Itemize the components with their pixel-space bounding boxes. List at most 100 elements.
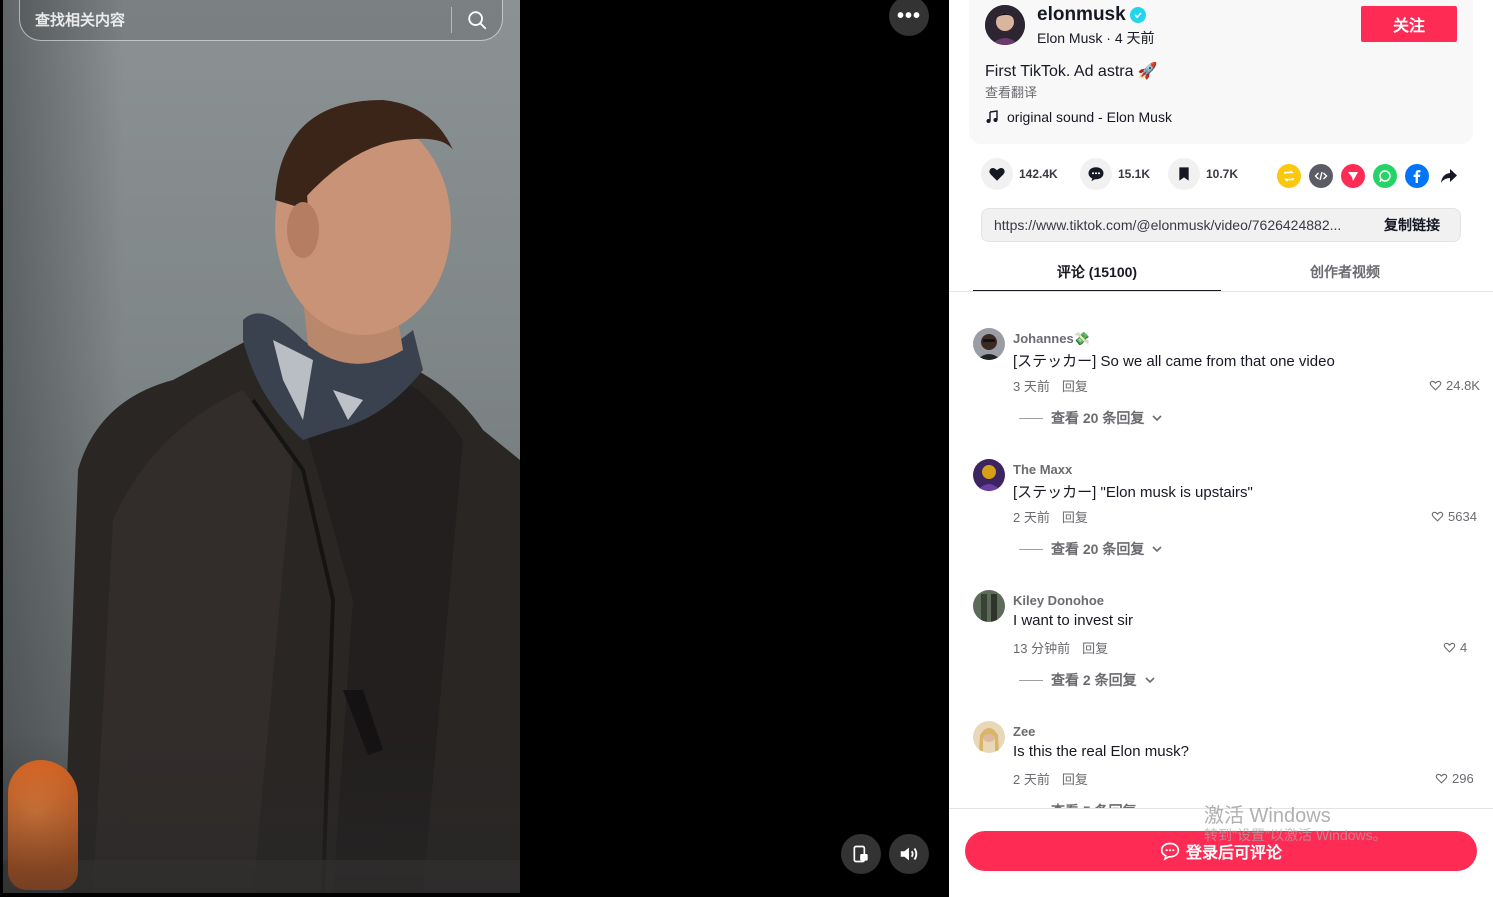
repost-icon[interactable] bbox=[1277, 164, 1301, 188]
comment-meta: 2 天前 回复 bbox=[1013, 769, 1088, 788]
video-player[interactable] bbox=[3, 0, 520, 893]
comment-input-bar: 登录后可评论 bbox=[949, 808, 1493, 897]
more-options-button[interactable]: ••• bbox=[889, 0, 929, 36]
tiktok-video-page: ••• elonmusk Elon Musk · 4 天前 关注 First T… bbox=[0, 0, 1493, 897]
video-caption: First TikTok. Ad astra 🚀 bbox=[985, 63, 1158, 80]
replies-dash bbox=[1019, 548, 1043, 550]
view-replies-button[interactable]: 查看 2 条回复 bbox=[1019, 670, 1155, 690]
comment-meta: 13 分钟前 回复 bbox=[1013, 638, 1108, 657]
more-dots-icon: ••• bbox=[896, 4, 921, 27]
follow-button[interactable]: 关注 bbox=[1361, 6, 1457, 42]
heart-icon bbox=[989, 168, 1005, 181]
comment-action[interactable]: 15.1K bbox=[1080, 158, 1150, 190]
save-count: 10.7K bbox=[1206, 167, 1239, 181]
replies-dash bbox=[1019, 679, 1043, 681]
music-link[interactable]: original sound - Elon Musk bbox=[985, 109, 1172, 125]
comment-like-button[interactable]: 4 bbox=[1443, 640, 1467, 655]
author-avatar[interactable] bbox=[985, 5, 1025, 45]
tabs-divider bbox=[949, 291, 1493, 292]
chevron-down-icon bbox=[1145, 677, 1155, 684]
comment-bubble-icon bbox=[1088, 167, 1104, 182]
reply-link[interactable]: 回复 bbox=[1062, 376, 1088, 395]
comment-time: 2 天前 bbox=[1013, 510, 1050, 525]
comment-meta: 3 天前 回复 bbox=[1013, 376, 1088, 395]
comment-text: [ステッカー] So we all came from that one vid… bbox=[1013, 353, 1335, 370]
author-display-name: Elon Musk bbox=[1037, 30, 1103, 46]
detail-panel: elonmusk Elon Musk · 4 天前 关注 First TikTo… bbox=[949, 0, 1493, 897]
search-button[interactable] bbox=[452, 0, 502, 40]
avatar-image bbox=[985, 5, 1025, 45]
heart-outline-icon bbox=[1435, 773, 1448, 784]
whatsapp-icon[interactable] bbox=[1373, 164, 1397, 188]
comment-item: Johannes💸 [ステッカー] So we all came from th… bbox=[973, 328, 1485, 448]
facebook-icon[interactable] bbox=[1405, 164, 1429, 188]
commenter-avatar[interactable] bbox=[973, 590, 1005, 622]
tab-comments[interactable]: 评论 (15100) bbox=[973, 262, 1221, 292]
reply-link[interactable]: 回复 bbox=[1062, 769, 1088, 788]
author-subline: Elon Musk · 4 天前 bbox=[1037, 28, 1155, 48]
search-icon bbox=[468, 11, 487, 30]
comment-like-count: 24.8K bbox=[1446, 378, 1480, 393]
tab-creator-videos[interactable]: 创作者视频 bbox=[1221, 262, 1469, 292]
comment-text: [ステッカー] "Elon musk is upstairs" bbox=[1013, 484, 1253, 501]
username-text[interactable]: elonmusk bbox=[1037, 4, 1126, 26]
share-arrow-icon[interactable] bbox=[1437, 164, 1461, 188]
comment-meta: 2 天前 回复 bbox=[1013, 507, 1088, 526]
view-replies-label[interactable]: 查看 20 条回复 bbox=[1051, 408, 1144, 428]
like-action[interactable]: 142.4K bbox=[981, 158, 1058, 190]
search-bar bbox=[19, 0, 503, 41]
save-button[interactable] bbox=[1168, 158, 1200, 190]
reply-link[interactable]: 回复 bbox=[1082, 638, 1108, 657]
commenter-name[interactable]: Johannes💸 bbox=[1013, 331, 1090, 347]
video-link-text[interactable]: https://www.tiktok.com/@elonmusk/video/7… bbox=[982, 217, 1364, 233]
view-replies-button[interactable]: 查看 20 条回复 bbox=[1019, 539, 1162, 559]
like-button[interactable] bbox=[981, 158, 1013, 190]
commenter-name[interactable]: Zee bbox=[1013, 724, 1035, 739]
floating-player-icon bbox=[853, 845, 868, 863]
comment-text: I want to invest sir bbox=[1013, 612, 1134, 629]
comment-like-button[interactable]: 5634 bbox=[1431, 509, 1477, 524]
chevron-down-icon bbox=[1152, 546, 1162, 553]
search-input[interactable] bbox=[20, 0, 451, 40]
author-info-card: elonmusk Elon Musk · 4 天前 关注 First TikTo… bbox=[969, 0, 1473, 144]
heart-outline-icon bbox=[1443, 642, 1456, 653]
comment-button[interactable] bbox=[1080, 158, 1112, 190]
reply-link[interactable]: 回复 bbox=[1062, 507, 1088, 526]
commenter-name[interactable]: The Maxx bbox=[1013, 462, 1072, 477]
music-title[interactable]: original sound - Elon Musk bbox=[1007, 109, 1172, 125]
mini-player-button[interactable] bbox=[841, 834, 881, 874]
commenter-name[interactable]: Kiley Donohoe bbox=[1013, 593, 1104, 608]
view-replies-button[interactable]: 查看 20 条回复 bbox=[1019, 408, 1162, 428]
comment-like-button[interactable]: 296 bbox=[1435, 771, 1474, 786]
heart-outline-icon bbox=[1431, 511, 1444, 522]
commenter-avatar[interactable] bbox=[973, 459, 1005, 491]
login-to-comment-button[interactable]: 登录后可评论 bbox=[965, 831, 1477, 871]
video-link-box: https://www.tiktok.com/@elonmusk/video/7… bbox=[981, 208, 1461, 242]
subline-separator: · bbox=[1102, 30, 1115, 46]
translate-link[interactable]: 查看翻译 bbox=[985, 82, 1037, 101]
embed-icon[interactable] bbox=[1309, 164, 1333, 188]
comment-time: 13 分钟前 bbox=[1013, 641, 1071, 656]
commenter-avatar[interactable] bbox=[973, 721, 1005, 753]
view-replies-label[interactable]: 查看 2 条回复 bbox=[1051, 670, 1137, 690]
comment-like-button[interactable]: 24.8K bbox=[1429, 378, 1480, 393]
comment-count: 15.1K bbox=[1118, 167, 1151, 181]
copy-link-button[interactable]: 复制链接 bbox=[1364, 215, 1460, 235]
music-note-icon bbox=[986, 110, 998, 123]
comment-item: Kiley Donohoe I want to invest sir 13 分钟… bbox=[973, 590, 1485, 710]
comment-text: Is this the real Elon musk? bbox=[1013, 743, 1189, 760]
comment-time: 3 天前 bbox=[1013, 379, 1050, 394]
commenter-avatar[interactable] bbox=[973, 328, 1005, 360]
comment-bubble-icon bbox=[1160, 842, 1180, 861]
posted-time: 4 天前 bbox=[1114, 30, 1155, 46]
send-icon[interactable] bbox=[1341, 164, 1365, 188]
login-to-comment-label[interactable]: 登录后可评论 bbox=[1186, 839, 1282, 863]
volume-button[interactable] bbox=[889, 834, 929, 874]
comment-time: 2 天前 bbox=[1013, 772, 1050, 787]
comment-item: The Maxx [ステッカー] "Elon musk is upstairs"… bbox=[973, 459, 1485, 579]
like-count: 142.4K bbox=[1019, 167, 1058, 181]
save-action[interactable]: 10.7K bbox=[1168, 158, 1238, 190]
chevron-down-icon bbox=[1152, 415, 1162, 422]
view-replies-label[interactable]: 查看 20 条回复 bbox=[1051, 539, 1144, 559]
author-username[interactable]: elonmusk bbox=[1037, 4, 1146, 26]
